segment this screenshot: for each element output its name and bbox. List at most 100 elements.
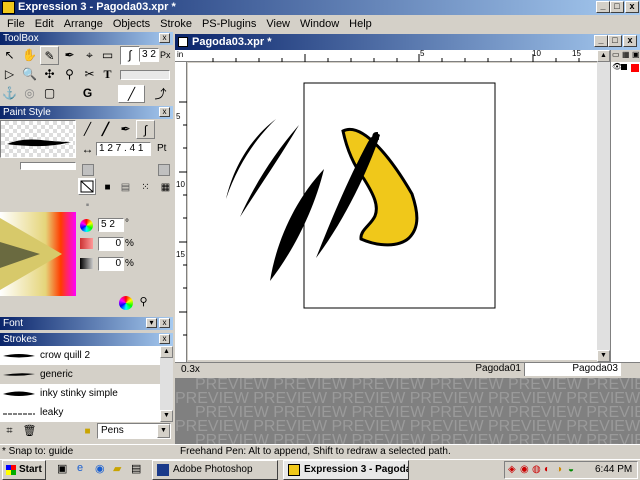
trash-icon[interactable]: 🗑 bbox=[20, 422, 39, 441]
explorer-icon[interactable]: ◉ bbox=[95, 462, 105, 475]
doc-maximize-button[interactable]: □ bbox=[608, 35, 622, 47]
eyedropper-tool-icon[interactable]: ⚲ bbox=[60, 65, 79, 84]
saturation-field[interactable]: 0 bbox=[98, 237, 124, 251]
hue-angle-field[interactable]: 5 2 bbox=[98, 218, 124, 232]
doc-minimize-button[interactable]: _ bbox=[594, 35, 608, 47]
menu-view[interactable]: View bbox=[261, 18, 295, 30]
fill-none-button[interactable] bbox=[78, 178, 96, 195]
hue-ring-icon[interactable] bbox=[80, 219, 93, 232]
scroll-up-icon[interactable]: ▲ bbox=[597, 50, 610, 62]
lock-icon[interactable] bbox=[621, 64, 627, 70]
lightness-field[interactable]: 0 bbox=[98, 257, 124, 271]
stroke-mode-smooth-button[interactable]: ╱ bbox=[118, 85, 145, 103]
strokes-close-button[interactable]: x bbox=[159, 334, 170, 344]
tray-icon-4[interactable]: ◐ bbox=[544, 462, 550, 478]
list-item[interactable]: leaky bbox=[0, 403, 160, 422]
font-close-button[interactable]: x bbox=[159, 318, 170, 328]
drawing-canvas[interactable] bbox=[188, 63, 597, 360]
maximize-button[interactable]: □ bbox=[610, 1, 624, 13]
menu-edit[interactable]: Edit bbox=[30, 18, 59, 30]
delete-layer-icon[interactable]: ▣ bbox=[632, 50, 640, 59]
close-button[interactable]: x bbox=[625, 1, 639, 13]
lightness-icon[interactable] bbox=[80, 258, 93, 269]
size-slider[interactable] bbox=[120, 70, 170, 80]
layer-options-icon[interactable]: ▦ bbox=[622, 50, 630, 59]
new-stroke-icon[interactable]: ⌗ bbox=[0, 422, 19, 441]
menu-file[interactable]: File bbox=[2, 18, 30, 30]
menu-objects[interactable]: Objects bbox=[108, 18, 155, 30]
tray-icon-5[interactable]: ◑ bbox=[556, 462, 562, 478]
size-field[interactable]: 3 2 bbox=[139, 48, 159, 62]
tab-pagoda01[interactable]: Pagoda01 bbox=[429, 363, 525, 376]
task-expression[interactable]: Expression 3 - Pagoda... bbox=[283, 460, 409, 480]
list-item[interactable]: generic bbox=[0, 365, 160, 384]
menu-window[interactable]: Window bbox=[295, 18, 344, 30]
folder-launch-icon[interactable]: ▰ bbox=[113, 462, 121, 475]
stroke-preview-icon[interactable]: ∫ bbox=[120, 46, 140, 65]
stroke-mode-corner-button[interactable]: ⤴ bbox=[147, 85, 174, 103]
menu-ps-plugins[interactable]: PS-Plugins bbox=[197, 18, 261, 30]
brush-tool-icon[interactable]: ✎ bbox=[40, 46, 59, 65]
medium-pen-icon[interactable]: ╱ bbox=[96, 120, 115, 139]
stroke-width-field[interactable]: 1 2 7 . 4 1 bbox=[96, 142, 151, 156]
eyedropper-icon[interactable]: ⚲ bbox=[134, 293, 153, 312]
hand-tool-icon[interactable]: ✋ bbox=[20, 46, 39, 65]
chevron-down-icon[interactable]: ▼ bbox=[157, 424, 170, 438]
saturation-icon[interactable] bbox=[80, 238, 93, 249]
new-layer-icon[interactable]: ▭ bbox=[612, 50, 620, 59]
fill-solid-icon[interactable]: ■ bbox=[98, 178, 117, 197]
tray-icon-6[interactable]: ◒ bbox=[568, 462, 574, 478]
folder-icon[interactable]: ■ bbox=[78, 422, 97, 441]
file-launch-icon[interactable]: ▤ bbox=[131, 462, 141, 475]
start-button[interactable]: Start bbox=[2, 460, 46, 480]
canvas-vscrollbar[interactable]: ▲ ▼ bbox=[597, 50, 610, 362]
fill-gradient-icon[interactable]: ▤ bbox=[116, 178, 135, 197]
menu-stroke[interactable]: Stroke bbox=[155, 18, 197, 30]
stroke-width-bar[interactable] bbox=[20, 162, 76, 170]
doc-close-button[interactable]: x bbox=[623, 35, 637, 47]
scroll-down-icon[interactable]: ▼ bbox=[160, 410, 173, 422]
font-minimize-button[interactable]: ▾ bbox=[146, 318, 157, 328]
scroll-down-icon[interactable]: ▼ bbox=[597, 350, 610, 362]
pen-tool-icon[interactable]: ✒ bbox=[60, 46, 79, 65]
minimize-button[interactable]: _ bbox=[596, 1, 610, 13]
anchor-tool-icon[interactable]: ⚓ bbox=[0, 84, 19, 103]
thin-pen-icon[interactable]: ╱ bbox=[78, 120, 97, 139]
arrow-tool-icon[interactable]: ↖ bbox=[0, 46, 19, 65]
fill-pattern-icon[interactable]: ▦ bbox=[156, 178, 175, 197]
layer-row[interactable]: 👁 bbox=[611, 62, 640, 72]
fill-color-swatch[interactable] bbox=[158, 164, 170, 176]
desktop-icon[interactable]: ▣ bbox=[57, 462, 67, 475]
scissors-tool-icon[interactable]: ✂ bbox=[80, 65, 99, 84]
color-picker-triangle[interactable] bbox=[0, 212, 76, 296]
menu-help[interactable]: Help bbox=[344, 18, 377, 30]
stroke-category-select[interactable]: Pens ▼ bbox=[97, 423, 171, 439]
rectangle-tool-icon[interactable]: ▢ bbox=[40, 84, 59, 103]
strokes-scrollbar[interactable]: ▲ ▼ bbox=[160, 346, 173, 422]
toolbox-close-button[interactable]: x bbox=[159, 33, 170, 43]
zoom-tool-icon[interactable]: 🔍 bbox=[20, 65, 39, 84]
fill-image-icon[interactable]: ▪ bbox=[78, 196, 97, 215]
paint-style-close-button[interactable]: x bbox=[159, 107, 170, 117]
calligraphy-pen-icon[interactable]: ∫ bbox=[136, 120, 155, 139]
tray-icon-1[interactable]: ◈ bbox=[508, 462, 516, 478]
fill-texture-icon[interactable]: ⁙ bbox=[136, 178, 155, 197]
tab-pagoda03[interactable]: Pagoda03 bbox=[525, 363, 621, 376]
menu-arrange[interactable]: Arrange bbox=[59, 18, 108, 30]
text-tool-icon[interactable]: T bbox=[98, 65, 117, 84]
magnet-tool-icon[interactable]: ◎ bbox=[20, 84, 39, 103]
stroke-color-swatch[interactable] bbox=[82, 164, 94, 176]
list-item[interactable]: crow quill 2 bbox=[0, 346, 160, 365]
transform-tool-icon[interactable]: ✣ bbox=[40, 65, 59, 84]
rect-select-icon[interactable]: ▭ bbox=[98, 46, 117, 65]
ie-icon[interactable]: e bbox=[77, 462, 83, 474]
spiral-tool-icon[interactable]: G bbox=[78, 84, 97, 103]
node-tool-icon[interactable]: ⌖ bbox=[80, 46, 99, 65]
nib-pen-icon[interactable]: ✒ bbox=[116, 120, 135, 139]
tray-icon-3[interactable]: ◍ bbox=[532, 462, 541, 478]
tray-icon-2[interactable]: ◉ bbox=[520, 462, 529, 478]
task-photoshop[interactable]: Adobe Photoshop bbox=[152, 460, 278, 480]
stroke-swatch[interactable] bbox=[0, 120, 76, 158]
scroll-up-icon[interactable]: ▲ bbox=[160, 346, 173, 358]
subselect-tool-icon[interactable]: ▷ bbox=[0, 65, 19, 84]
